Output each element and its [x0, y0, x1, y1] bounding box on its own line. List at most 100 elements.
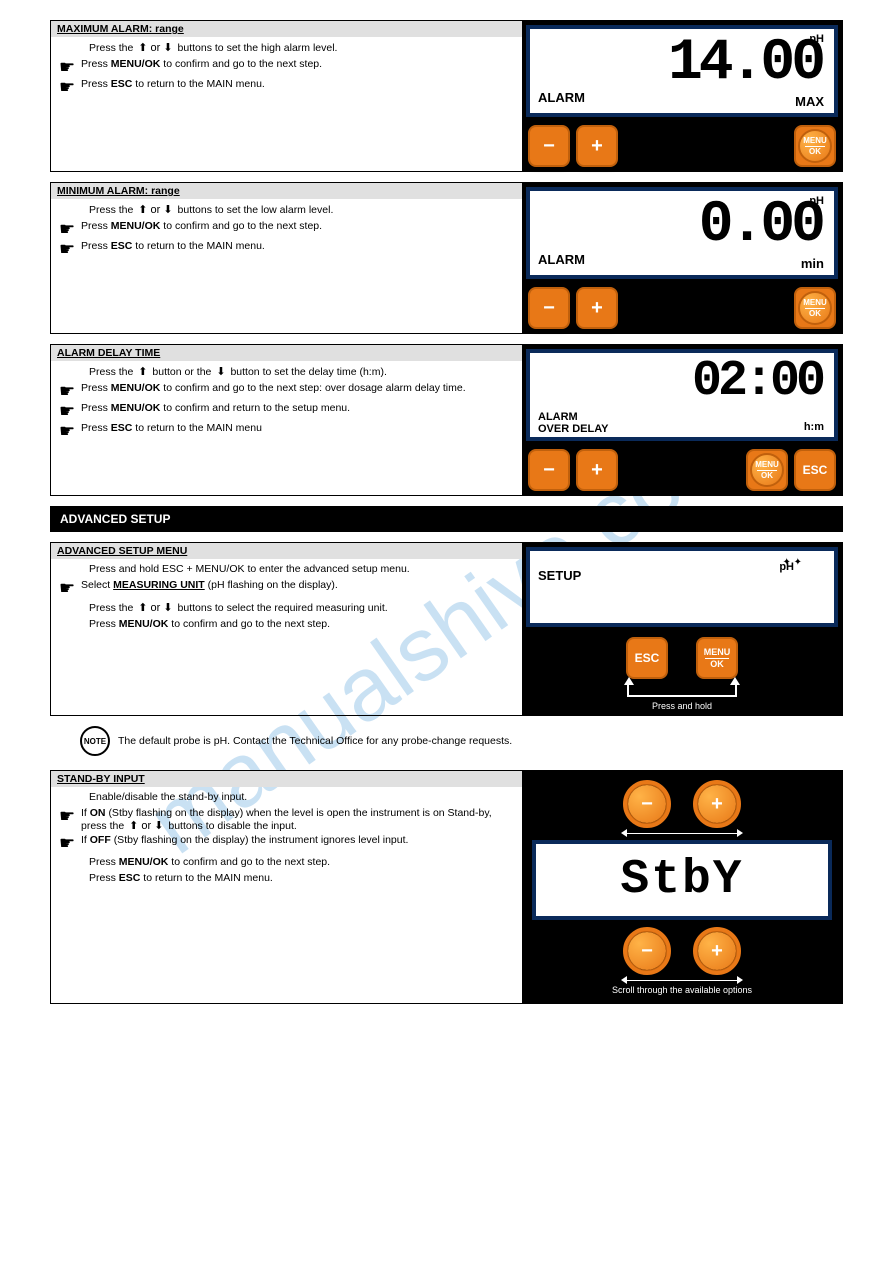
esc-button[interactable]: ESC — [794, 449, 836, 491]
lcd-value: 0.00 — [699, 193, 822, 258]
lcd-label: SETUP — [538, 568, 581, 583]
pointer-icon — [59, 834, 81, 852]
text: to return to the MAIN menu. — [135, 78, 265, 90]
pointer-icon — [59, 402, 81, 420]
text: MENU/OK — [119, 856, 169, 868]
text: to confirm and go to the next step. — [163, 220, 322, 232]
text: to confirm and go to the next step. — [171, 618, 330, 630]
lcd-unit: pH — [779, 561, 794, 573]
lcd-value: 14.00 — [668, 31, 822, 96]
text: button or the — [152, 366, 214, 378]
note-row: NOTE The default probe is pH. Contact th… — [80, 726, 843, 756]
header-advanced-setup: ADVANCED SETUP MENU — [57, 545, 187, 557]
pointer-icon — [59, 58, 81, 76]
text: If — [81, 807, 90, 819]
text: Select — [81, 579, 113, 591]
up-icon: ⬆ — [138, 365, 147, 378]
text: buttons to set the high alarm level. — [178, 42, 338, 54]
section-standby: STAND-BY INPUT Enable/disable the stand-… — [50, 770, 843, 1004]
text: to confirm and return to the setup menu. — [163, 402, 350, 414]
text: to return to the MAIN menu. — [143, 872, 273, 884]
lcd-display: pH 0.00 ALARM min — [526, 187, 838, 279]
text: ON — [90, 807, 106, 819]
text: to confirm and go to the next step: over… — [163, 382, 465, 394]
text: button to set the delay time (h:m). — [230, 366, 386, 378]
text: ESC — [119, 872, 141, 884]
divider-advanced-setup: ADVANCED SETUP — [50, 506, 843, 532]
up-down-icon: ⬆ or ⬇ — [138, 601, 172, 614]
text: OFF — [90, 834, 111, 846]
lcd-label: ALARM OVER DELAY — [538, 411, 609, 435]
arrow-line-icon — [627, 833, 737, 834]
plus-button[interactable]: + — [576, 449, 618, 491]
text: Press — [81, 240, 111, 252]
text: Press — [81, 382, 111, 394]
minus-button[interactable]: − — [528, 449, 570, 491]
text: Press — [89, 856, 119, 868]
pointer-icon — [59, 220, 81, 238]
text: Press — [81, 402, 111, 414]
minus-button[interactable]: − — [626, 783, 668, 825]
text: Press the — [89, 42, 136, 54]
text: buttons to disable the input. — [168, 820, 296, 832]
text: Enable/disable the stand-by input. — [89, 791, 514, 803]
text: to confirm and go to the next step. — [163, 58, 322, 70]
plus-button[interactable]: + — [576, 287, 618, 329]
text: If — [81, 834, 90, 846]
text: buttons to set the low alarm level. — [178, 204, 334, 216]
lcd-value: StbY — [620, 853, 743, 907]
menu-ok-button[interactable]: MENUOK — [794, 125, 836, 167]
plus-button[interactable]: + — [696, 783, 738, 825]
up-down-icon: ⬆ or ⬇ — [138, 41, 172, 54]
text: Press and hold ESC + MENU/OK to enter th… — [89, 563, 514, 575]
header-min-alarm: MINIMUM ALARM: range — [57, 185, 180, 197]
text: MENU/OK — [111, 382, 161, 394]
text: ESC — [111, 78, 133, 90]
arrow-line-icon — [627, 980, 737, 981]
pointer-icon — [59, 422, 81, 440]
text: Press — [89, 618, 119, 630]
menu-ok-button[interactable]: MENUOK — [746, 449, 788, 491]
hint-text: Scroll through the available options — [528, 983, 836, 997]
pointer-icon — [59, 240, 81, 258]
text: to return to the MAIN menu — [135, 422, 262, 434]
text: MENU/OK — [111, 402, 161, 414]
section-min-alarm: MINIMUM ALARM: range Press the ⬆ or ⬇ bu… — [50, 182, 843, 334]
header-alarm-delay: ALARM DELAY TIME — [57, 347, 160, 359]
minus-button[interactable]: − — [528, 287, 570, 329]
lcd-display: pH 14.00 ALARM MAX — [526, 25, 838, 117]
minus-button[interactable]: − — [626, 930, 668, 972]
section-max-alarm: MAXIMUM ALARM: range Press the ⬆ or ⬇ bu… — [50, 20, 843, 172]
pointer-icon — [59, 382, 81, 400]
menu-ok-button[interactable]: MENUOK — [794, 287, 836, 329]
text: (Stby flashing on the display) the instr… — [114, 834, 409, 846]
text: MENU/OK — [111, 58, 161, 70]
plus-button[interactable]: + — [576, 125, 618, 167]
text: Press — [81, 78, 111, 90]
lcd-display: ✦ ✦ pH SETUP — [526, 547, 838, 627]
plus-button[interactable]: + — [696, 930, 738, 972]
text: to confirm and go to the next step. — [171, 856, 330, 868]
menu-ok-button[interactable]: MENUOK — [696, 637, 738, 679]
up-down-icon: ⬆ or ⬇ — [129, 819, 163, 832]
text: Press the — [89, 602, 136, 614]
lcd-display: StbY — [532, 840, 832, 920]
minus-button[interactable]: − — [528, 125, 570, 167]
text: Press the — [89, 366, 136, 378]
esc-button[interactable]: ESC — [626, 637, 668, 679]
up-down-icon: ⬆ or ⬇ — [138, 203, 172, 216]
text: Press — [81, 58, 111, 70]
text: Press the — [89, 204, 136, 216]
header-standby: STAND-BY INPUT — [57, 773, 145, 785]
text: MENU/OK — [119, 618, 169, 630]
pointer-icon — [59, 807, 81, 825]
lcd-label: MAX — [795, 94, 824, 109]
text: ESC — [111, 422, 133, 434]
pointer-icon — [59, 78, 81, 96]
bracket-icon — [627, 685, 737, 697]
header-max-alarm: MAXIMUM ALARM: range — [57, 23, 184, 35]
lcd-unit: h:m — [804, 421, 824, 433]
text: Press — [81, 220, 111, 232]
pointer-icon — [59, 579, 81, 597]
lcd-label: ALARM — [538, 90, 585, 105]
